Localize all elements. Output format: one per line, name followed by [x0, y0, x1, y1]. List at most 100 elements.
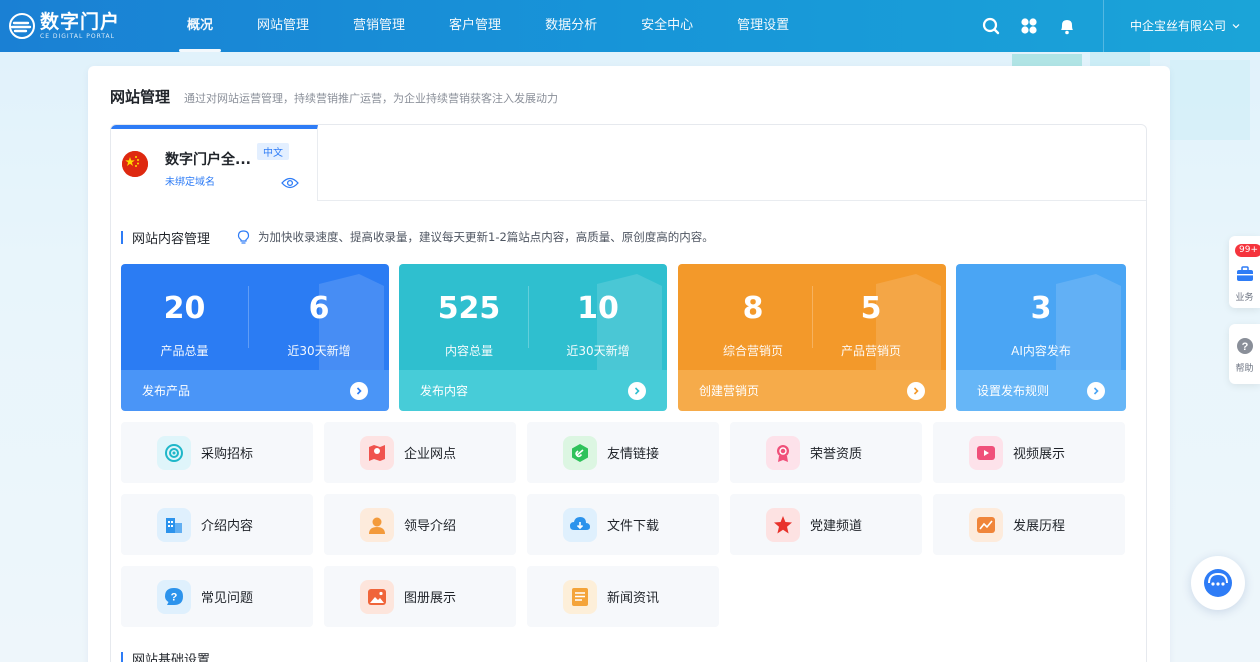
apps-button[interactable] — [1010, 0, 1048, 52]
video-icon — [969, 435, 1003, 470]
business-badge: 99+ — [1235, 244, 1260, 257]
lightbulb-icon — [237, 230, 250, 244]
stat-card-marketing[interactable]: 8 综合营销页 5 产品营销页 创建营销页 — [678, 264, 946, 411]
tile-question[interactable]: ? 常见问题 — [121, 566, 313, 627]
notifications-button[interactable] — [1048, 0, 1086, 52]
help-label: 帮助 — [1235, 364, 1254, 374]
tile-label: 荣誉资质 — [810, 447, 863, 462]
svg-text:?: ? — [1242, 341, 1249, 353]
building-icon — [157, 507, 191, 542]
tile-party-star[interactable]: 党建频道 — [730, 494, 922, 555]
tile-label: 友情链接 — [607, 447, 660, 462]
language-badge: 中文 — [257, 143, 289, 160]
customer-service-button[interactable] — [1191, 556, 1245, 610]
chevron-down-icon — [1232, 24, 1240, 29]
product-marketing-value: 5 — [860, 291, 882, 326]
publish-product-button[interactable]: 发布产品 — [121, 370, 389, 411]
page-description: 通过对网站运营管理，持续营销推广运营，为企业持续营销获客注入发展动力 — [184, 92, 559, 105]
nav-customers[interactable]: 客户管理 — [427, 0, 523, 52]
tile-building[interactable]: 介绍内容 — [121, 494, 313, 555]
tile-image[interactable]: 图册展示 — [324, 566, 516, 627]
help-float[interactable]: ? 帮助 — [1229, 324, 1260, 384]
business-float[interactable]: 99+ 业务 — [1229, 236, 1260, 308]
main-nav: 概况 网站管理 营销管理 客户管理 数据分析 安全中心 管理设置 — [165, 0, 811, 52]
nav-overview[interactable]: 概况 — [165, 0, 235, 52]
search-button[interactable] — [972, 0, 1010, 52]
bell-icon — [1061, 20, 1073, 35]
content-new-value: 10 — [577, 291, 619, 326]
arrow-right-icon — [1087, 382, 1105, 400]
company-name: 中企宝丝有限公司 — [1130, 19, 1227, 33]
site-tabs: 数字门户全... 中文 未绑定域名 — [111, 125, 1146, 201]
website-panel: 数字门户全... 中文 未绑定域名 网站内容管理 为加快收录速度、提高收录量，建… — [110, 124, 1147, 662]
product-total-value: 20 — [163, 291, 206, 326]
tile-label: 视频展示 — [1013, 447, 1066, 462]
target-icon — [157, 435, 191, 470]
tile-video[interactable]: 视频展示 — [933, 422, 1125, 483]
link-icon — [563, 435, 597, 470]
tile-target[interactable]: 采购招标 — [121, 422, 313, 483]
tile-chart[interactable]: 发展历程 — [933, 494, 1125, 555]
arrow-right-icon — [628, 382, 646, 400]
logo-icon — [9, 13, 35, 39]
company-switcher[interactable]: 中企宝丝有限公司 — [1130, 0, 1240, 52]
product-new-label: 近30天新增 — [287, 344, 351, 358]
tile-medal[interactable]: 荣誉资质 — [730, 422, 922, 483]
content-total-value: 525 — [437, 291, 501, 326]
chat-support-icon — [1204, 569, 1232, 597]
nav-website[interactable]: 网站管理 — [235, 0, 331, 52]
image-icon — [360, 579, 394, 614]
tile-label: 文件下载 — [607, 519, 660, 534]
tip-text: 为加快收录速度、提高收录量，建议每天更新1-2篇站点内容，高质量、原创度高的内容… — [258, 230, 714, 244]
bind-domain-link[interactable]: 未绑定域名 — [165, 173, 215, 188]
briefcase-icon — [1237, 266, 1253, 281]
tile-label: 采购招标 — [201, 447, 254, 462]
tile-label: 图册展示 — [404, 591, 457, 606]
search-icon — [982, 17, 1000, 35]
site-tab-active[interactable]: 数字门户全... 中文 未绑定域名 — [111, 125, 318, 201]
stat-card-ai[interactable]: 3 AI内容发布 设置发布规则 — [956, 264, 1126, 411]
tile-cloud-download[interactable]: 文件下载 — [527, 494, 719, 555]
svg-text:?: ? — [171, 591, 178, 603]
business-label: 业务 — [1235, 293, 1254, 303]
nav-divider — [1103, 0, 1104, 52]
site-name: 数字门户全... — [165, 152, 251, 168]
stat-card-products[interactable]: 20 产品总量 6 近30天新增 发布产品 — [121, 264, 389, 411]
product-total-label: 产品总量 — [160, 344, 209, 358]
party-star-icon — [766, 507, 800, 542]
tile-news[interactable]: 新闻资讯 — [527, 566, 719, 627]
tile-person[interactable]: 领导介绍 — [324, 494, 516, 555]
content-section-title: 网站内容管理 — [121, 228, 210, 247]
arrow-right-icon — [907, 382, 925, 400]
medal-icon — [766, 435, 800, 470]
content-total-label: 内容总量 — [444, 344, 493, 358]
tile-label: 企业网点 — [404, 447, 457, 462]
create-marketing-page-button[interactable]: 创建营销页 — [678, 370, 946, 411]
brand-name-en: CE DIGITAL PORTAL — [40, 33, 115, 40]
chart-icon — [969, 507, 1003, 542]
tile-link[interactable]: 友情链接 — [527, 422, 719, 483]
nav-security[interactable]: 安全中心 — [619, 0, 715, 52]
question-circle-icon: ? — [1237, 338, 1253, 354]
content-tip: 为加快收录速度、提高收录量，建议每天更新1-2篇站点内容，高质量、原创度高的内容… — [237, 229, 714, 245]
page-title: 网站管理 — [110, 88, 171, 106]
tile-map-pin[interactable]: 企业网点 — [324, 422, 516, 483]
eye-icon[interactable] — [281, 177, 299, 189]
tile-label: 介绍内容 — [201, 519, 254, 534]
map-pin-icon — [360, 435, 394, 470]
stat-card-content[interactable]: 525 内容总量 10 近30天新增 发布内容 — [399, 264, 667, 411]
nav-marketing[interactable]: 营销管理 — [331, 0, 427, 52]
cloud-download-icon — [563, 507, 597, 542]
nav-settings[interactable]: 管理设置 — [715, 0, 811, 52]
set-publish-rules-button[interactable]: 设置发布规则 — [956, 370, 1126, 411]
tile-label: 党建频道 — [810, 519, 863, 534]
product-marketing-label: 产品营销页 — [840, 344, 901, 358]
publish-content-button[interactable]: 发布内容 — [399, 370, 667, 411]
arrow-right-icon — [350, 382, 368, 400]
content-new-label: 近30天新增 — [566, 344, 630, 358]
apps-grid-icon — [1021, 18, 1037, 34]
brand-logo[interactable]: 数字门户 CE DIGITAL PORTAL — [0, 0, 160, 52]
tile-label: 新闻资讯 — [607, 591, 660, 606]
brand-name: 数字门户 — [40, 11, 121, 33]
nav-analytics[interactable]: 数据分析 — [523, 0, 619, 52]
